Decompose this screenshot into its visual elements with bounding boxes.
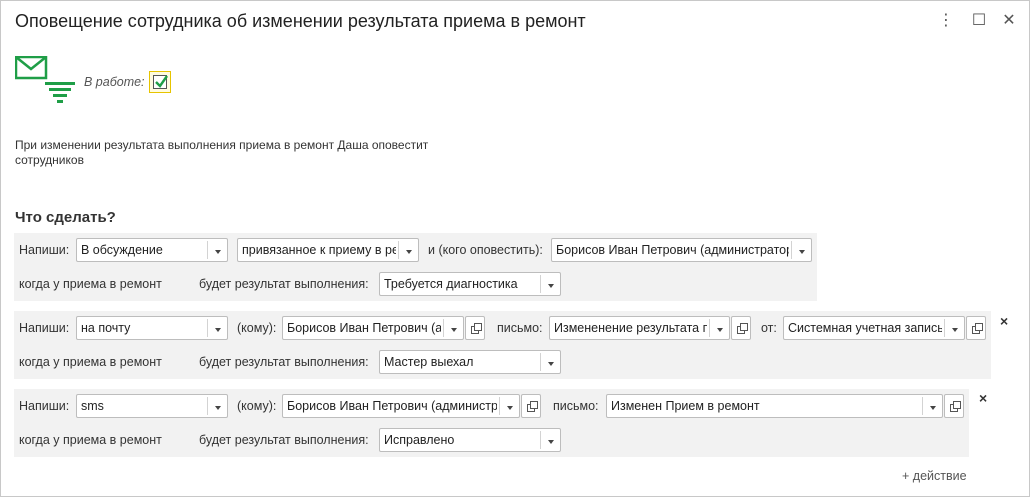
section-title: Что сделать? (15, 209, 116, 226)
when-label: когда у приема в ремонт (19, 355, 162, 369)
maximize-icon[interactable]: ☐ (969, 11, 989, 31)
window-title: Оповещение сотрудника об изменении резул… (15, 11, 586, 31)
open-icon (972, 323, 983, 334)
result-label: будет результат выполнения: (199, 355, 369, 369)
related-select[interactable]: привязанное к приему в ремонт (237, 238, 419, 262)
channel-select[interactable]: sms (76, 394, 228, 418)
chevron-down-icon[interactable] (443, 319, 463, 337)
open-sender-button[interactable] (966, 316, 986, 340)
delete-action-icon[interactable]: × (979, 390, 987, 406)
result-select[interactable]: Исправлено (379, 428, 561, 452)
recipient-select[interactable]: Борисов Иван Петрович (администратор) (282, 394, 520, 418)
channel-value: sms (81, 399, 104, 413)
recipient-select[interactable]: Борисов Иван Петрович (администратор) (282, 316, 464, 340)
more-icon[interactable]: ⋮ (936, 11, 956, 31)
chevron-down-icon[interactable] (944, 319, 964, 337)
write-label: Напиши: (19, 399, 70, 413)
result-select[interactable]: Мастер выехал (379, 350, 561, 374)
letter-value: Изменен Прием в ремонт (611, 399, 760, 413)
chevron-down-icon[interactable] (207, 241, 227, 259)
recipient-value: Борисов Иван Петрович (администратор) (287, 321, 441, 335)
write-label: Напиши: (19, 243, 70, 257)
in-work-checkbox[interactable] (149, 71, 171, 93)
recipient-select[interactable]: Борисов Иван Петрович (администратор) (551, 238, 812, 262)
letter-select[interactable]: Измененение результата приема (549, 316, 730, 340)
related-value: привязанное к приему в ремонт (242, 243, 396, 257)
add-action-link[interactable]: + действие (902, 469, 967, 483)
result-value: Мастер выехал (384, 355, 474, 369)
open-letter-button[interactable] (944, 394, 964, 418)
channel-select[interactable]: В обсуждение (76, 238, 228, 262)
letter-label: письмо: (497, 321, 543, 335)
chevron-down-icon[interactable] (540, 353, 560, 371)
chevron-down-icon[interactable] (791, 241, 811, 259)
open-icon (737, 323, 748, 334)
whom-label: (кому): (237, 399, 277, 413)
letter-value: Измененение результата приема (554, 321, 707, 335)
letter-select[interactable]: Изменен Прием в ремонт (606, 394, 943, 418)
chevron-down-icon[interactable] (922, 397, 942, 415)
sender-value: Системная учетная запись (788, 321, 942, 335)
result-value: Исправлено (384, 433, 455, 447)
result-value: Требуется диагностика (384, 277, 518, 291)
from-label: от: (761, 321, 777, 335)
chevron-down-icon[interactable] (709, 319, 729, 337)
delete-action-icon[interactable]: × (1000, 313, 1008, 329)
when-label: когда у приема в ремонт (19, 433, 162, 447)
whom-label: (кому): (237, 321, 277, 335)
open-recipient-button[interactable] (521, 394, 541, 418)
chevron-down-icon[interactable] (207, 397, 227, 415)
whom-label: и (кого оповестить): (428, 243, 543, 257)
chevron-down-icon[interactable] (540, 431, 560, 449)
checkmark-icon (155, 75, 168, 88)
result-select[interactable]: Требуется диагностика (379, 272, 561, 296)
chevron-down-icon[interactable] (207, 319, 227, 337)
channel-value: на почту (81, 321, 131, 335)
open-icon (527, 401, 538, 412)
open-recipient-button[interactable] (465, 316, 485, 340)
in-work-label: В работе: (84, 75, 145, 89)
when-label: когда у приема в ремонт (19, 277, 162, 291)
channel-value: В обсуждение (81, 243, 163, 257)
sender-select[interactable]: Системная учетная запись (783, 316, 965, 340)
open-letter-button[interactable] (731, 316, 751, 340)
envelope-notification-icon (15, 56, 75, 103)
open-icon (950, 401, 961, 412)
notification-window: Оповещение сотрудника об изменении резул… (0, 0, 1030, 497)
close-icon[interactable]: ✕ (999, 11, 1019, 31)
chevron-down-icon[interactable] (398, 241, 418, 259)
open-icon (471, 323, 482, 334)
letter-label: письмо: (553, 399, 599, 413)
recipient-value: Борисов Иван Петрович (администратор) (287, 399, 497, 413)
chevron-down-icon[interactable] (540, 275, 560, 293)
write-label: Напиши: (19, 321, 70, 335)
chevron-down-icon[interactable] (499, 397, 519, 415)
result-label: будет результат выполнения: (199, 277, 369, 291)
result-label: будет результат выполнения: (199, 433, 369, 447)
recipient-value: Борисов Иван Петрович (администратор) (556, 243, 789, 257)
description-text: При изменении результата выполнения прие… (15, 138, 429, 167)
channel-select[interactable]: на почту (76, 316, 228, 340)
